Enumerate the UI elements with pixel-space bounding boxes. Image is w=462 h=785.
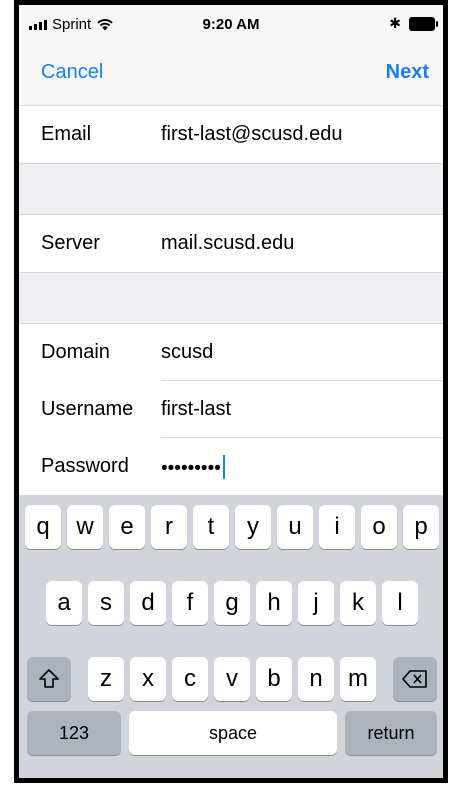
password-dots: •••••••••	[161, 458, 221, 479]
username-row[interactable]: Username first-last	[19, 381, 443, 438]
password-label: Password	[41, 455, 129, 477]
space-key-label: space	[208, 722, 258, 743]
cancel-button[interactable]: Cancel	[41, 61, 103, 84]
key-n[interactable]: n	[298, 657, 334, 701]
username-label: Username	[41, 398, 134, 420]
key-g[interactable]: g	[214, 581, 250, 625]
key-a[interactable]: a	[46, 581, 82, 625]
key-x[interactable]: x	[130, 657, 166, 701]
key-r[interactable]: r	[151, 505, 187, 549]
key-j[interactable]: j	[298, 581, 334, 625]
server-label: Server	[41, 232, 100, 254]
key-o[interactable]: o	[361, 505, 397, 549]
password-field[interactable]: •••••••••	[161, 455, 225, 480]
text-cursor	[222, 455, 225, 479]
account-form: Email first-last@scusd.edu Server mail.s…	[19, 106, 443, 495]
key-i[interactable]: i	[319, 505, 355, 549]
password-row[interactable]: Password •••••••••	[19, 438, 443, 495]
delete-key[interactable]	[393, 657, 437, 701]
email-row[interactable]: Email first-last@scusd.edu	[19, 106, 443, 163]
numbers-key[interactable]: 123	[27, 711, 121, 755]
domain-row[interactable]: Domain scusd	[19, 324, 443, 381]
key-u[interactable]: u	[277, 505, 313, 549]
shift-key[interactable]	[27, 657, 71, 701]
key-s[interactable]: s	[88, 581, 124, 625]
space-key[interactable]: space	[129, 711, 337, 755]
backspace-icon	[402, 670, 427, 688]
server-row[interactable]: Server mail.scusd.edu	[19, 215, 443, 272]
key-t[interactable]: t	[193, 505, 229, 549]
username-field[interactable]: first-last	[161, 398, 231, 421]
email-field[interactable]: first-last@scusd.edu	[161, 123, 342, 146]
keyboard: 123 space return qwertyuiop asdfghjkl zxcv…	[19, 495, 443, 778]
bluetooth-icon: ✱	[389, 15, 401, 31]
battery-icon	[409, 16, 438, 31]
status-bar: Sprint 9:20 AM ✱	[19, 5, 443, 45]
key-q[interactable]: q	[25, 505, 61, 549]
section-gap	[19, 163, 443, 215]
key-k[interactable]: k	[340, 581, 376, 625]
email-label: Email	[41, 123, 92, 145]
key-d[interactable]: d	[130, 581, 166, 625]
key-p[interactable]: p	[403, 505, 439, 549]
section-gap	[19, 272, 443, 324]
domain-label: Domain	[41, 341, 110, 363]
key-h[interactable]: h	[256, 581, 292, 625]
domain-field[interactable]: scusd	[161, 341, 213, 364]
status-right: ✱	[389, 15, 438, 32]
server-field[interactable]: mail.scusd.edu	[161, 232, 294, 255]
phone-screen: Sprint 9:20 AM ✱ Cancel Next Email first…	[14, 0, 448, 783]
next-button[interactable]: Next	[386, 61, 429, 84]
key-w[interactable]: w	[67, 505, 103, 549]
status-time: 9:20 AM	[202, 16, 260, 33]
return-key-label: return	[367, 722, 415, 743]
key-l[interactable]: l	[382, 581, 418, 625]
key-c[interactable]: c	[172, 657, 208, 701]
key-z[interactable]: z	[88, 657, 124, 701]
key-v[interactable]: v	[214, 657, 250, 701]
numbers-key-label: 123	[58, 722, 90, 743]
key-f[interactable]: f	[172, 581, 208, 625]
key-y[interactable]: y	[235, 505, 271, 549]
shift-icon	[39, 669, 59, 688]
navigation-bar: Cancel Next	[19, 45, 443, 106]
key-m[interactable]: m	[340, 657, 376, 701]
key-e[interactable]: e	[109, 505, 145, 549]
return-key[interactable]: return	[345, 711, 437, 755]
key-b[interactable]: b	[256, 657, 292, 701]
